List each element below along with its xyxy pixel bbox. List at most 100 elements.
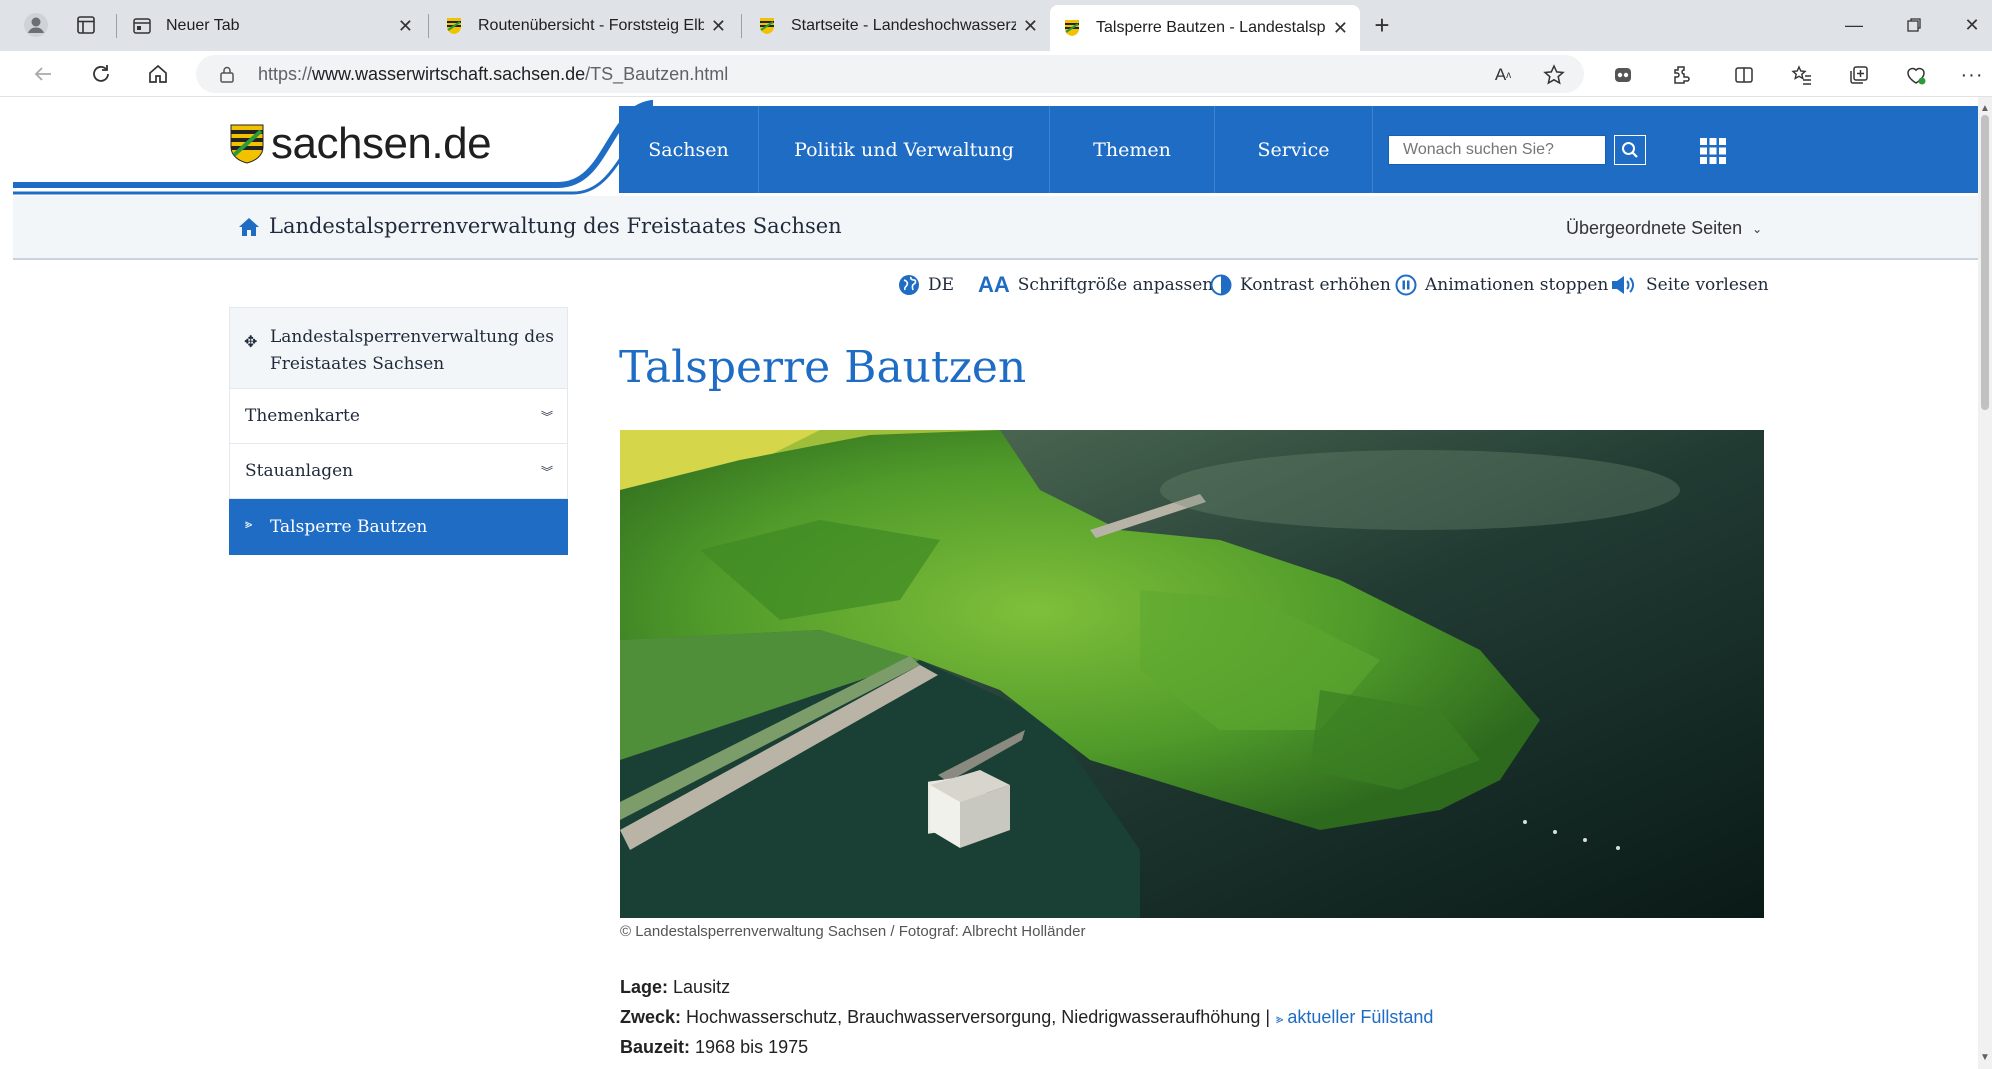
parent-pages-label: Übergeordnete Seiten bbox=[1566, 218, 1743, 238]
subnav-label: Themenkarte bbox=[245, 406, 360, 426]
fact-label: Bauzeit: bbox=[620, 1037, 691, 1057]
expand-plus-icon: ✥ bbox=[244, 332, 258, 351]
scroll-down-icon[interactable]: ▼ bbox=[1980, 1052, 1990, 1063]
page-scrollbar[interactable]: ▲ ▼ bbox=[1978, 97, 1992, 1069]
subnav-item-themenkarte[interactable]: Themenkarte ︾ bbox=[229, 389, 568, 444]
home-icon[interactable] bbox=[238, 217, 260, 237]
parent-pages-dropdown[interactable]: Übergeordnete Seiten ⌄ bbox=[1566, 218, 1762, 239]
url-text[interactable]: https://www.wasserwirtschaft.sachsen.de/… bbox=[258, 64, 728, 85]
search-button[interactable] bbox=[1614, 135, 1646, 165]
favorites-icon[interactable] bbox=[1786, 59, 1818, 91]
lock-icon[interactable] bbox=[218, 65, 236, 88]
subnav-item-landestalsperrenverwaltung[interactable]: ✥ Landestalsperrenverwaltung des Freista… bbox=[229, 307, 568, 389]
language-switch[interactable]: DE bbox=[898, 270, 954, 300]
arrow-right-icon: ⪢ bbox=[245, 517, 253, 532]
tab-talsperre-bautzen[interactable]: Talsperre Bautzen - Landestalsperrenverw… bbox=[1050, 5, 1360, 51]
fact-label: Zweck: bbox=[620, 1007, 682, 1027]
tab-title: Routenübersicht - Forststeig Elbsandstei… bbox=[478, 17, 704, 34]
browser-address-bar: https://www.wasserwirtschaft.sachsen.de/… bbox=[0, 51, 1992, 97]
home-icon[interactable] bbox=[141, 58, 175, 90]
fact-value: 1968 bis 1975 bbox=[695, 1037, 809, 1057]
saxony-crest-icon bbox=[447, 18, 461, 34]
fact-value: Lausitz bbox=[673, 977, 731, 997]
scroll-thumb[interactable] bbox=[1981, 115, 1989, 410]
extension-shield-icon[interactable] bbox=[1607, 59, 1639, 91]
url-box[interactable]: https://www.wasserwirtschaft.sachsen.de/… bbox=[196, 55, 1584, 93]
tab-title: Startseite - Landeshochwasserzentrum bbox=[791, 17, 1016, 34]
fact-value: Hochwasserschutz, Brauchwasserversorgung… bbox=[686, 1007, 1271, 1027]
chevron-down-icon: ⌄ bbox=[1752, 221, 1763, 236]
subnav-label: Landestalsperrenverwaltung des Freistaat… bbox=[270, 327, 554, 374]
collections-icon[interactable] bbox=[1843, 59, 1875, 91]
globe-icon bbox=[899, 275, 919, 295]
speaker-icon bbox=[1612, 276, 1634, 294]
close-icon[interactable]: ✕ bbox=[391, 16, 413, 37]
saxony-crest-icon bbox=[230, 124, 264, 164]
browser-tab-bar: Neuer Tab ✕ Routenübersicht - Forststeig… bbox=[0, 0, 1992, 51]
main-navigation: Sachsen Politik und Verwaltung Themen Se… bbox=[619, 106, 1978, 193]
accessibility-toolbar: DE AA Schriftgröße anpassen Kontrast erh… bbox=[0, 270, 1992, 300]
breadcrumb-title[interactable]: Landestalsperrenverwaltung des Freistaat… bbox=[269, 214, 842, 238]
nav-item-politik-verwaltung[interactable]: Politik und Verwaltung bbox=[759, 106, 1050, 193]
close-icon[interactable]: ✕ bbox=[1326, 18, 1348, 39]
search-icon bbox=[1622, 142, 1638, 158]
minimize-icon[interactable]: — bbox=[1832, 8, 1876, 42]
tab-actions-icon[interactable] bbox=[70, 9, 102, 41]
close-icon[interactable]: ✕ bbox=[704, 16, 726, 37]
fact-zweck: Zweck: Hochwasserschutz, Brauchwasserver… bbox=[620, 1007, 1433, 1028]
fact-lage: Lage: Lausitz bbox=[620, 977, 730, 998]
breadcrumb: Landestalsperrenverwaltung des Freistaat… bbox=[13, 196, 1978, 260]
font-size-toggle[interactable]: AA Schriftgröße anpassen bbox=[978, 270, 1213, 300]
page-title: Talsperre Bautzen bbox=[619, 342, 1027, 393]
favorite-star-icon[interactable] bbox=[1538, 59, 1570, 91]
double-chevron-down-icon: ︾ bbox=[540, 410, 553, 424]
hero-image-talsperre bbox=[620, 430, 1764, 918]
sachsen-logo[interactable]: sachsen.de bbox=[229, 119, 492, 169]
tab-title: Talsperre Bautzen - Landestalsperrenverw… bbox=[1096, 19, 1326, 36]
nav-item-sachsen[interactable]: Sachsen bbox=[619, 106, 759, 193]
split-screen-icon[interactable] bbox=[1728, 59, 1760, 91]
image-caption: © Landestalsperrenverwaltung Sachsen / F… bbox=[620, 923, 1086, 940]
browser-essentials-icon[interactable] bbox=[1900, 59, 1932, 91]
saxony-crest-icon bbox=[1065, 20, 1079, 36]
sub-navigation: ✥ Landestalsperrenverwaltung des Freista… bbox=[229, 307, 568, 555]
nav-item-themen[interactable]: Themen bbox=[1050, 106, 1215, 193]
contrast-toggle[interactable]: Kontrast erhöhen bbox=[1210, 270, 1391, 300]
font-size-icon: AA bbox=[978, 272, 1010, 297]
tab-landeshochwasserzentrum[interactable]: Startseite - Landeshochwasserzentrum ✕ bbox=[745, 7, 1050, 45]
grid-menu-icon bbox=[1700, 138, 1726, 164]
site-search-box bbox=[1388, 135, 1606, 165]
tab-forststeig[interactable]: Routenübersicht - Forststeig Elbsandstei… bbox=[432, 7, 738, 45]
subnav-item-talsperre-bautzen[interactable]: ⪢ Talsperre Bautzen bbox=[229, 499, 568, 555]
aerial-reservoir-illustration bbox=[620, 430, 1764, 918]
back-icon[interactable] bbox=[26, 58, 60, 90]
reload-icon[interactable] bbox=[84, 58, 118, 90]
restore-icon[interactable] bbox=[1892, 8, 1936, 42]
app-grid-button[interactable] bbox=[1698, 136, 1728, 166]
tab-title: Neuer Tab bbox=[166, 17, 240, 34]
extensions-icon[interactable] bbox=[1665, 59, 1697, 91]
read-aloud-toggle[interactable]: Seite vorlesen bbox=[1610, 270, 1769, 300]
nav-item-service[interactable]: Service bbox=[1215, 106, 1373, 193]
new-tab-plus-icon[interactable]: + bbox=[1366, 9, 1398, 41]
fact-bauzeit: Bauzeit: 1968 bis 1975 bbox=[620, 1037, 808, 1058]
subnav-item-stauanlagen[interactable]: Stauanlagen ︾ bbox=[229, 444, 568, 499]
scroll-up-icon[interactable]: ▲ bbox=[1980, 103, 1990, 114]
new-tab-icon bbox=[133, 18, 151, 34]
saxony-crest-icon bbox=[760, 18, 774, 34]
close-icon[interactable]: ✕ bbox=[1016, 16, 1038, 37]
search-input[interactable] bbox=[1389, 136, 1565, 164]
double-chevron-down-icon: ︾ bbox=[540, 465, 553, 479]
profile-icon[interactable] bbox=[20, 9, 52, 41]
more-menu-icon[interactable]: ··· bbox=[1956, 59, 1988, 91]
subnav-label: Stauanlagen bbox=[245, 461, 354, 481]
animations-toggle[interactable]: Animationen stoppen bbox=[1395, 270, 1608, 300]
logo-text: sachsen.de bbox=[271, 119, 492, 168]
pause-icon bbox=[1395, 274, 1417, 296]
fuellstand-link[interactable]: aktueller Füllstand bbox=[1287, 1007, 1433, 1027]
fact-label: Lage: bbox=[620, 977, 669, 997]
close-window-icon[interactable]: ✕ bbox=[1950, 8, 1992, 42]
read-aloud-icon[interactable]: Aʌ bbox=[1487, 59, 1519, 91]
contrast-icon bbox=[1210, 274, 1232, 296]
tab-new-tab[interactable]: Neuer Tab ✕ bbox=[120, 7, 425, 45]
